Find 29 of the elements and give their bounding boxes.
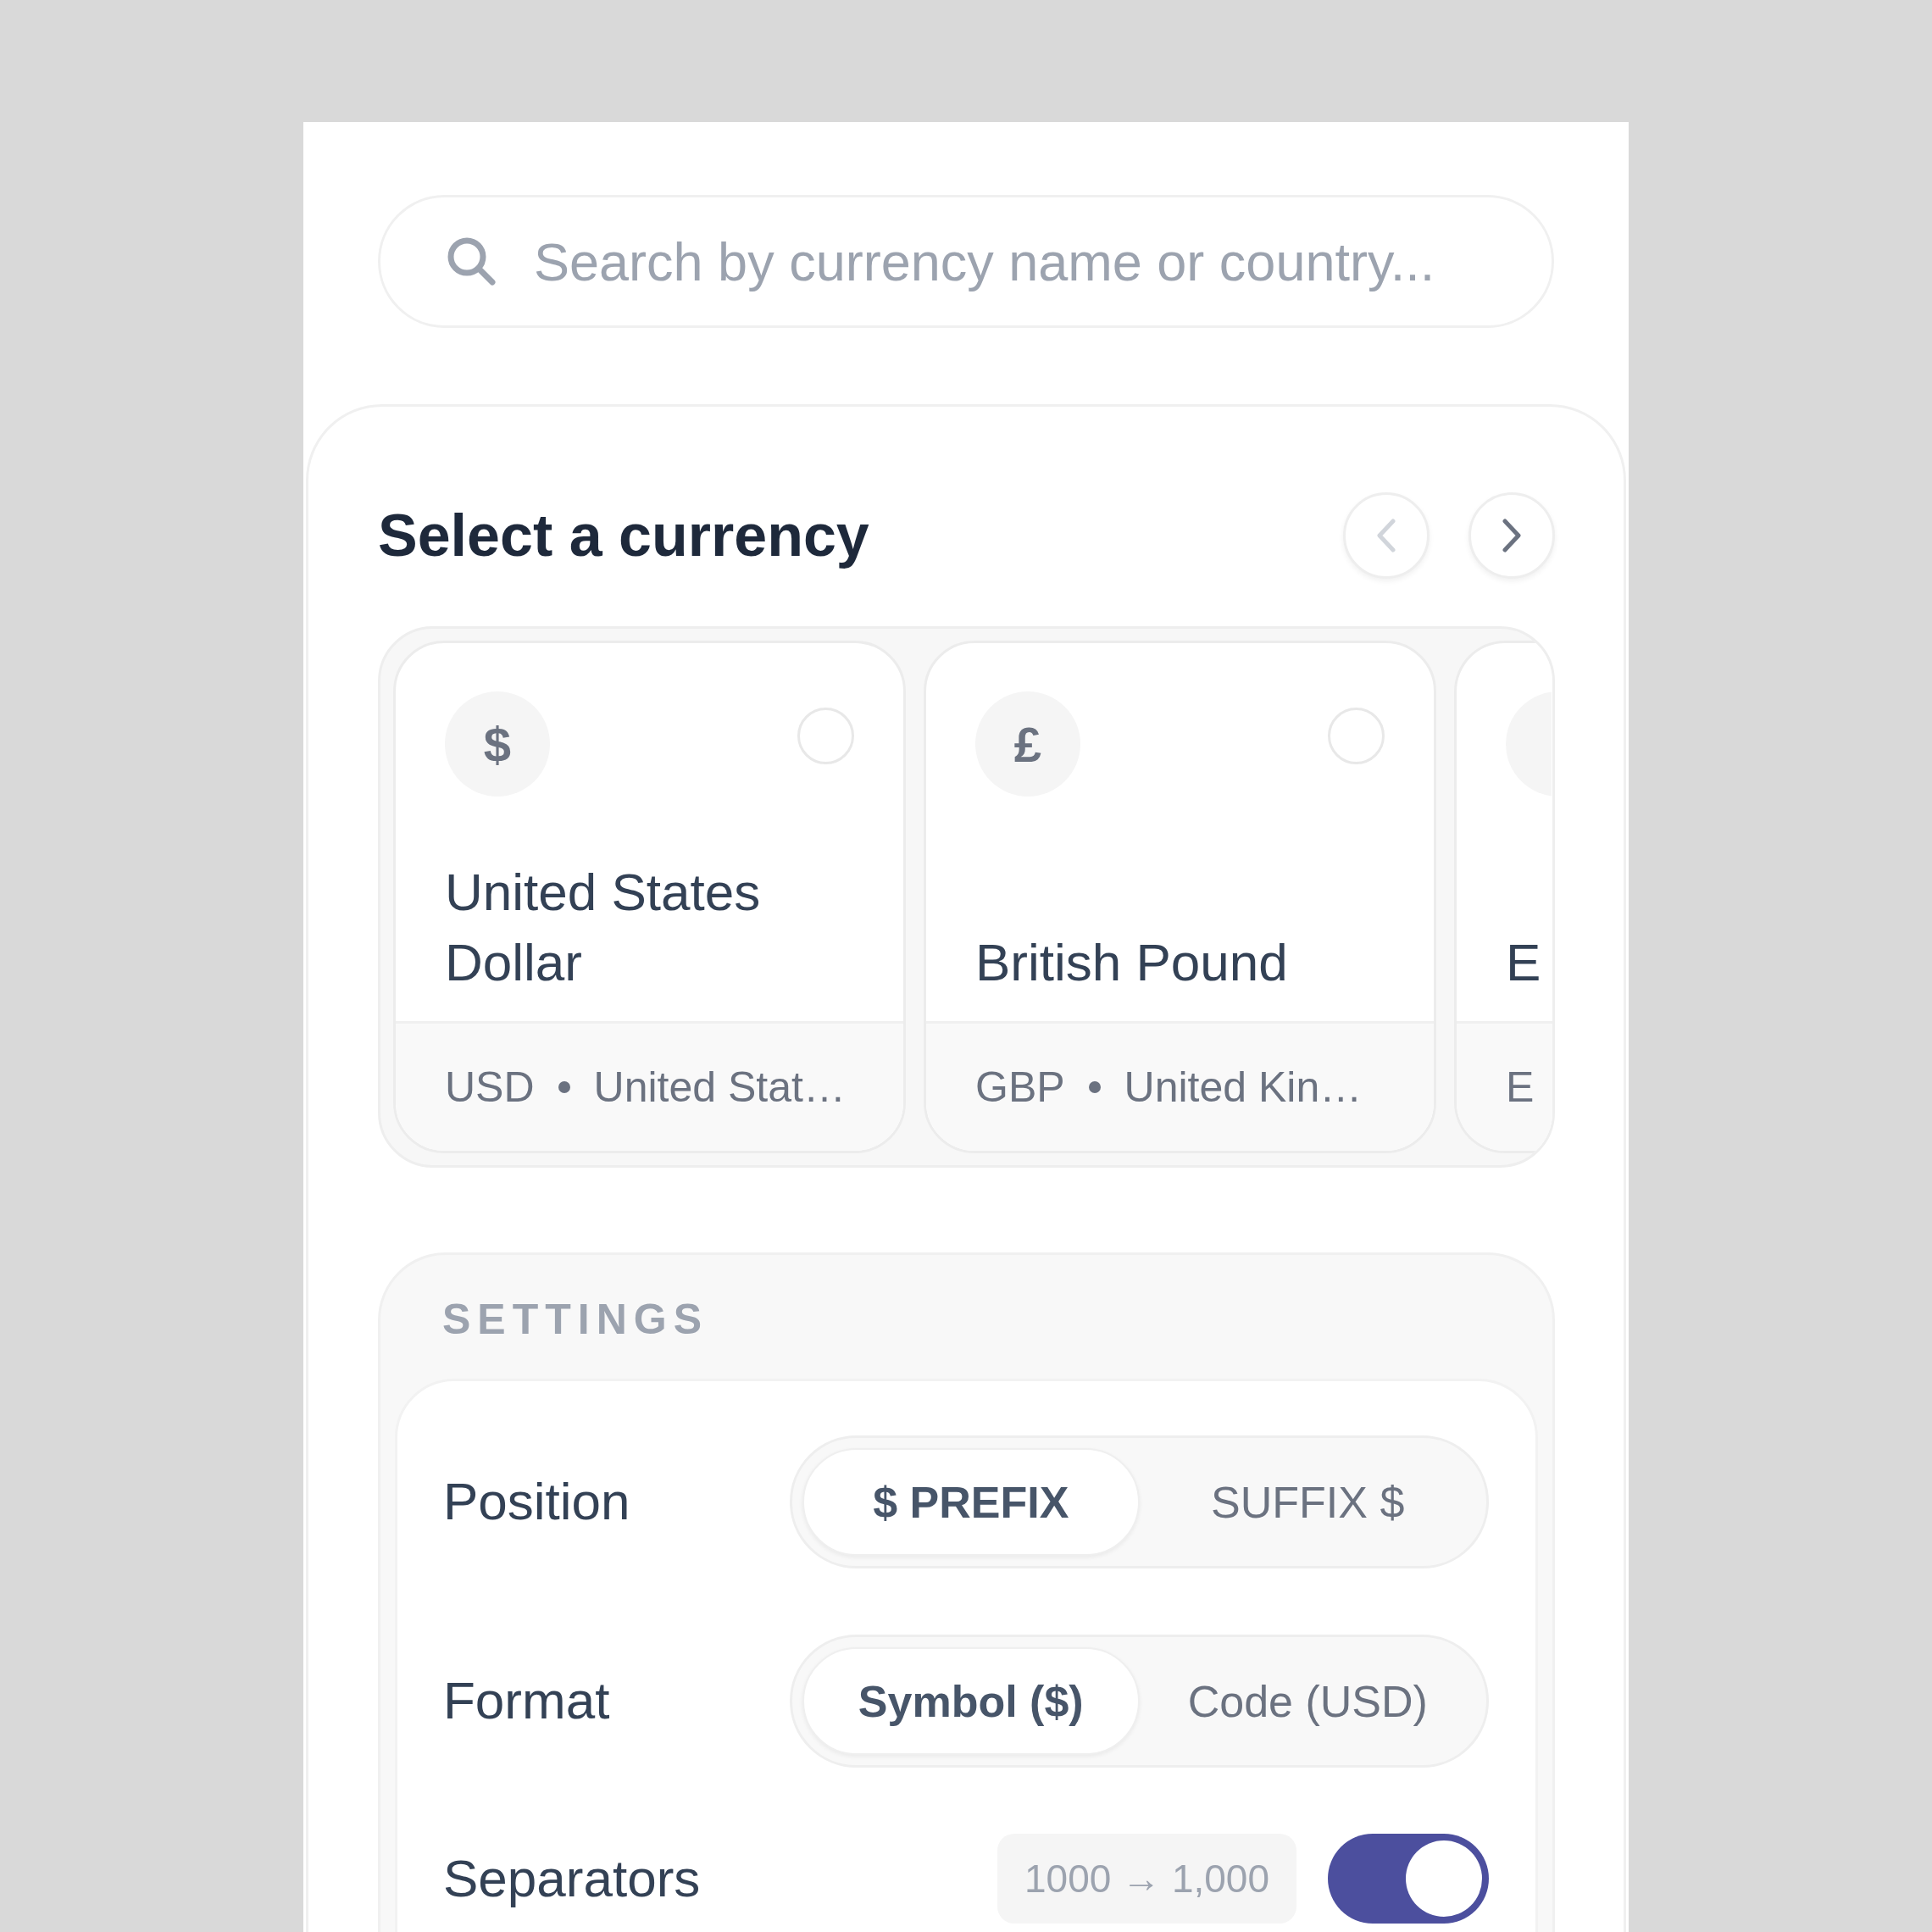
chevron-left-icon xyxy=(1377,519,1396,552)
setting-label: Separators xyxy=(443,1847,701,1909)
chevron-right-icon xyxy=(1502,519,1521,552)
segment-option[interactable]: $ PREFIX xyxy=(802,1448,1140,1556)
currency-symbol: £ xyxy=(975,691,1080,797)
setting-label: Position xyxy=(443,1471,630,1533)
currency-name: United States Dollar xyxy=(445,862,762,993)
currency-code: USD xyxy=(445,1063,535,1112)
currency-code: GBP xyxy=(975,1063,1065,1112)
bullet-icon xyxy=(558,1081,570,1093)
segment-option[interactable]: Symbol ($) xyxy=(802,1647,1140,1755)
segment-option[interactable]: SUFFIX $ xyxy=(1139,1448,1476,1556)
currency-name: British Pound xyxy=(975,932,1288,993)
currency-card[interactable]: E E xyxy=(1454,641,1552,1153)
section-title: Select a currency xyxy=(378,501,869,570)
format-preview: 1000 → 1,000 xyxy=(997,1834,1296,1924)
currency-symbol: $ xyxy=(445,691,550,797)
search-icon xyxy=(446,236,497,286)
country-name: United Stat… xyxy=(593,1063,846,1112)
currency-card[interactable]: $ United States Dollar USD United Stat… xyxy=(393,641,906,1153)
setting-label: Format xyxy=(443,1670,610,1732)
search-field[interactable]: Search by currency name or country... xyxy=(378,195,1554,328)
bullet-icon xyxy=(1088,1081,1101,1093)
country-name: United Kin… xyxy=(1124,1063,1363,1112)
segment-option[interactable]: Code (USD) xyxy=(1139,1647,1476,1755)
settings-heading: SETTINGS xyxy=(442,1295,709,1345)
currency-name: E xyxy=(1506,932,1541,993)
currency-card[interactable]: £ British Pound GBP United Kin… xyxy=(924,641,1436,1153)
currency-code: E xyxy=(1506,1063,1535,1112)
